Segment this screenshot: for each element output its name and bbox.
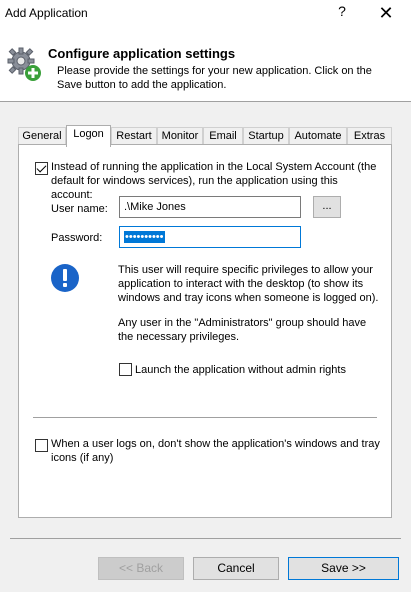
header-description: Please provide the settings for your new… (57, 65, 372, 91)
save-button[interactable]: Save >> (288, 557, 399, 580)
logon-panel: Instead of running the application in th… (18, 144, 392, 518)
info-icon (51, 264, 79, 292)
hide-windows-checkbox[interactable] (35, 439, 48, 452)
run-as-account-checkbox[interactable] (35, 162, 48, 175)
header-banner: Configure application settings Please pr… (0, 28, 411, 102)
privileges-info-text: This user will require specific privileg… (118, 264, 379, 304)
close-button[interactable]: ✕ (371, 1, 401, 25)
hide-windows-label: When a user logs on, don't show the appl… (51, 438, 380, 464)
browse-user-button[interactable]: ... (313, 196, 341, 218)
cancel-button[interactable]: Cancel (193, 557, 279, 580)
password-input[interactable]: •••••••••• (119, 226, 301, 248)
launch-without-admin-label: Launch the application without admin rig… (135, 364, 346, 376)
user-name-label: User name: (51, 203, 108, 215)
bottom-divider (10, 538, 401, 539)
password-label: Password: (51, 232, 103, 244)
title-bar: Add Application ? ✕ (0, 0, 411, 28)
settings-gear-icon (7, 47, 41, 81)
back-button[interactable]: << Back (98, 557, 184, 580)
password-value: •••••••••• (124, 231, 165, 243)
help-button[interactable]: ? (333, 3, 351, 23)
tab-logon[interactable]: Logon (66, 125, 111, 147)
administrators-info-text: Any user in the "Administrators" group s… (118, 317, 367, 343)
user-name-input[interactable]: .\Mike Jones (119, 196, 301, 218)
header-title: Configure application settings (48, 46, 236, 61)
panel-divider (33, 417, 377, 418)
launch-without-admin-checkbox[interactable] (119, 363, 132, 376)
tab-strip: General Logon Restart Monitor Email Star… (18, 125, 392, 147)
window-title: Add Application (5, 6, 88, 20)
